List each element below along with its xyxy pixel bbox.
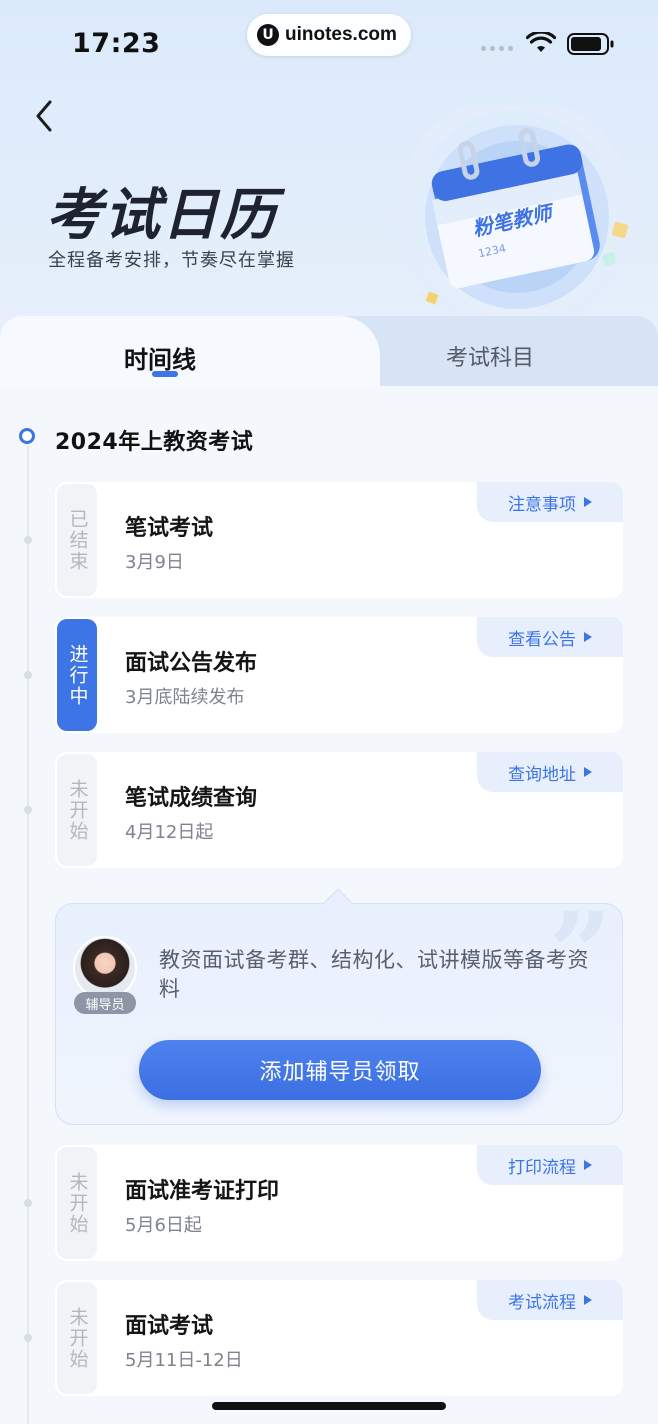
event-link-label: 注意事项 xyxy=(508,494,576,515)
status-ended: 已结束 xyxy=(57,484,97,596)
event-date: 3月9日 xyxy=(125,552,184,573)
event-link-button[interactable]: 注意事项 xyxy=(477,482,623,522)
status-bar: 17:23 U uinotes.com xyxy=(0,0,658,80)
home-indicator[interactable] xyxy=(212,1402,446,1410)
event-title: 笔试成绩查询 xyxy=(125,786,258,811)
tutor-avatar xyxy=(73,936,137,1000)
event-date: 4月12日起 xyxy=(125,822,214,843)
url-text: uinotes.com xyxy=(285,24,397,45)
triangle-right-icon xyxy=(584,767,592,777)
page-title: 考试日历 xyxy=(46,183,278,248)
event-link-button[interactable]: 查询地址 xyxy=(477,752,623,792)
event-link-label: 打印流程 xyxy=(508,1157,576,1178)
tab-bar: 时间线 考试科目 xyxy=(0,316,658,396)
status-not-started: 未开始 xyxy=(57,1147,97,1259)
event-card-written-exam[interactable]: 已结束 笔试考试 3月9日 注意事项 xyxy=(55,482,623,598)
promo-text: 教资面试备考群、结构化、试讲模版等备考资料 xyxy=(159,948,589,1001)
tutor-promo-card: ” 辅导员 教资面试备考群、结构化、试讲模版等备考资料 添加辅导员领取 xyxy=(55,898,623,1125)
section-dot-icon xyxy=(19,428,35,444)
section-title: 2024年上教资考试 xyxy=(55,430,254,455)
triangle-right-icon xyxy=(584,1295,592,1305)
status-not-started: 未开始 xyxy=(57,1282,97,1394)
event-link-label: 查看公告 xyxy=(508,629,576,650)
page-subtitle: 全程备考安排，节奏尽在掌握 xyxy=(48,250,295,271)
event-card-interview-exam[interactable]: 未开始 面试考试 5月11日-12日 考试流程 xyxy=(55,1280,623,1396)
event-link-label: 查询地址 xyxy=(508,764,576,785)
wifi-icon xyxy=(526,32,556,52)
battery-icon xyxy=(567,33,614,55)
tab-active-indicator xyxy=(152,371,178,377)
event-date: 3月底陆续发布 xyxy=(125,687,245,708)
timeline-dot xyxy=(24,1334,32,1342)
event-card-interview-announcement[interactable]: 进行中 面试公告发布 3月底陆续发布 查看公告 xyxy=(55,617,623,733)
tutor-badge: 辅导员 xyxy=(74,992,136,1014)
add-tutor-button[interactable]: 添加辅导员领取 xyxy=(139,1040,541,1100)
event-title: 面试公告发布 xyxy=(125,651,258,676)
calendar-hero-icon: 粉笔教师 1234 xyxy=(395,105,635,320)
event-card-score-query[interactable]: 未开始 笔试成绩查询 4月12日起 查询地址 xyxy=(55,752,623,868)
tab-exam-subjects[interactable]: 考试科目 xyxy=(446,340,534,372)
event-link-button[interactable]: 查看公告 xyxy=(477,617,623,657)
event-title: 面试考试 xyxy=(125,1314,214,1339)
event-date: 5月6日起 xyxy=(125,1215,202,1236)
event-link-button[interactable]: 考试流程 xyxy=(477,1280,623,1320)
status-time: 17:23 xyxy=(72,28,161,59)
url-pill[interactable]: U uinotes.com xyxy=(247,14,411,56)
event-link-button[interactable]: 打印流程 xyxy=(477,1145,623,1185)
event-title: 笔试考试 xyxy=(125,516,214,541)
timeline-line xyxy=(27,446,29,1424)
timeline-dot xyxy=(24,536,32,544)
back-arrow-icon[interactable] xyxy=(30,96,60,136)
status-in-progress: 进行中 xyxy=(57,619,97,731)
event-title: 面试准考证打印 xyxy=(125,1179,280,1204)
tab-timeline[interactable]: 时间线 xyxy=(124,340,196,375)
timeline-dot xyxy=(24,1199,32,1207)
triangle-right-icon xyxy=(584,632,592,642)
uinotes-logo-icon: U xyxy=(257,24,279,46)
event-date: 5月11日-12日 xyxy=(125,1350,243,1371)
cellular-signal-icon xyxy=(481,46,513,51)
triangle-right-icon xyxy=(584,1160,592,1170)
triangle-right-icon xyxy=(584,497,592,507)
event-card-admission-ticket[interactable]: 未开始 面试准考证打印 5月6日起 打印流程 xyxy=(55,1145,623,1261)
timeline-dot xyxy=(24,671,32,679)
status-not-started: 未开始 xyxy=(57,754,97,866)
timeline-dot xyxy=(24,806,32,814)
event-link-label: 考试流程 xyxy=(508,1292,576,1313)
